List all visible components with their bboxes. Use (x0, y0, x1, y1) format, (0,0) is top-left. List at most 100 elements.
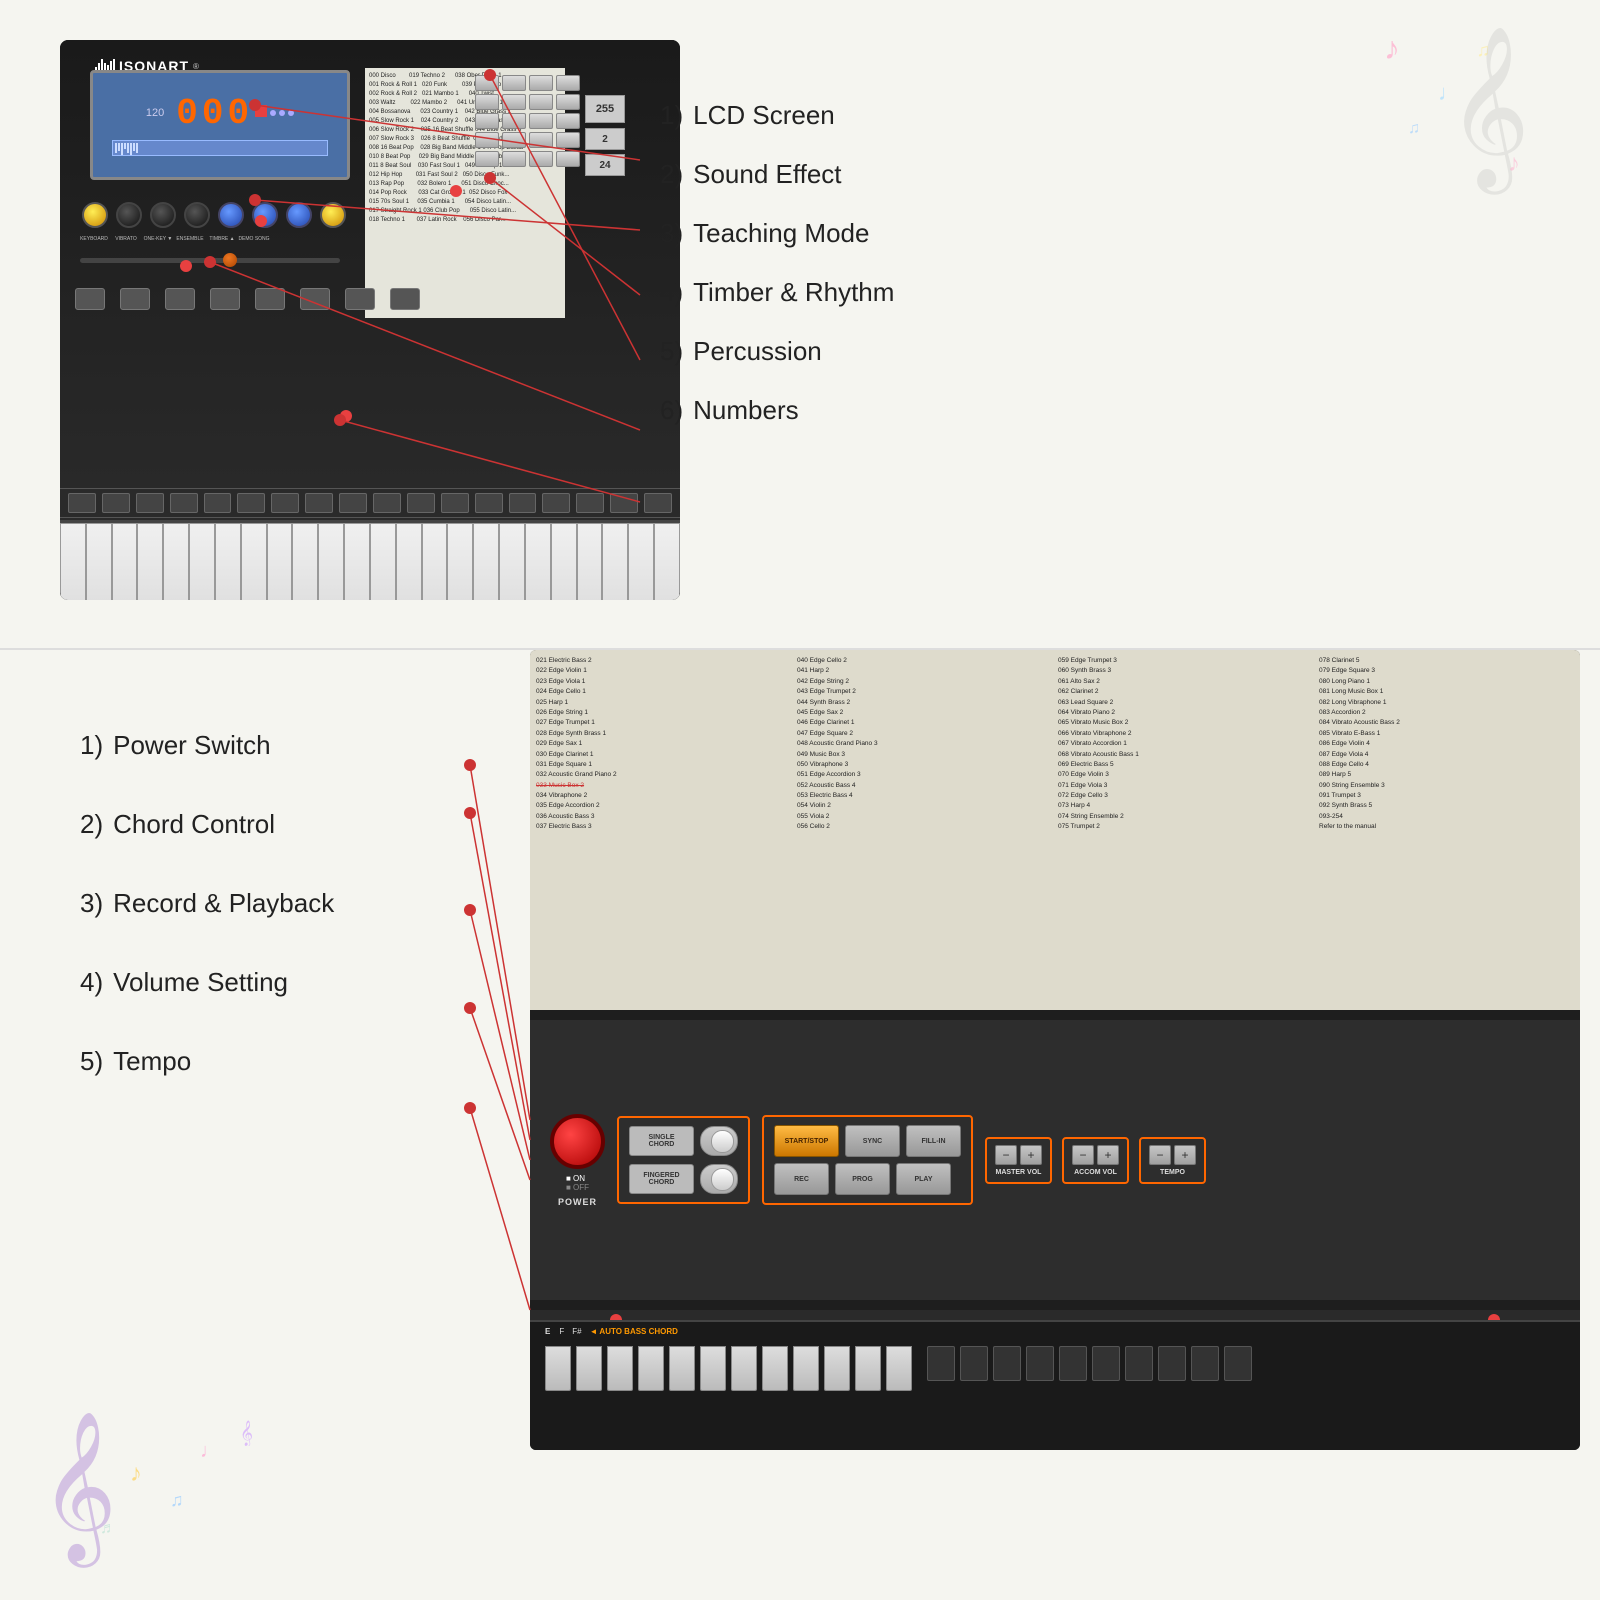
bass-white-key-11[interactable] (855, 1346, 881, 1391)
single-chord-btn[interactable]: SINGLECHORD (629, 1126, 694, 1156)
white-key[interactable] (551, 523, 577, 600)
rhythm-btn[interactable] (475, 151, 499, 167)
btn-black-2[interactable] (150, 202, 176, 228)
btn-black-3[interactable] (184, 202, 210, 228)
rhythm-btn[interactable] (502, 94, 526, 110)
func-icon-12[interactable] (441, 493, 469, 513)
func-icon-bottom-8[interactable] (1158, 1346, 1186, 1381)
perc-icon-7[interactable] (345, 288, 375, 310)
white-key[interactable] (422, 523, 448, 600)
func-icon-14[interactable] (509, 493, 537, 513)
white-key[interactable] (344, 523, 370, 600)
rhythm-btn[interactable] (502, 75, 526, 91)
perc-icon-6[interactable] (300, 288, 330, 310)
func-icon-bottom-3[interactable] (993, 1346, 1021, 1381)
white-key[interactable] (499, 523, 525, 600)
white-key[interactable] (137, 523, 163, 600)
func-icon-bottom-9[interactable] (1191, 1346, 1219, 1381)
white-key[interactable] (215, 523, 241, 600)
rhythm-btn[interactable] (475, 75, 499, 91)
func-icon-4[interactable] (170, 493, 198, 513)
rhythm-btn[interactable] (556, 75, 580, 91)
bass-white-key-12[interactable] (886, 1346, 912, 1391)
start-stop-btn[interactable]: START/STOP (774, 1125, 839, 1157)
perc-icon-5[interactable] (255, 288, 285, 310)
master-vol-plus[interactable]: + (1020, 1145, 1042, 1165)
func-icon-10[interactable] (373, 493, 401, 513)
func-icon-bottom-1[interactable] (927, 1346, 955, 1381)
func-icon-16[interactable] (576, 493, 604, 513)
rhythm-btn[interactable] (502, 113, 526, 129)
bass-white-key-10[interactable] (824, 1346, 850, 1391)
white-key[interactable] (60, 523, 86, 600)
func-icon-7[interactable] (271, 493, 299, 513)
white-key[interactable] (602, 523, 628, 600)
bass-white-key-4[interactable] (638, 1346, 664, 1391)
slider-thumb[interactable] (223, 253, 237, 267)
white-key[interactable] (370, 523, 396, 600)
btn-yellow-1[interactable] (82, 202, 108, 228)
accom-vol-minus[interactable]: − (1072, 1145, 1094, 1165)
bass-white-key-3[interactable] (607, 1346, 633, 1391)
rhythm-btn[interactable] (475, 94, 499, 110)
func-icon-1[interactable] (68, 493, 96, 513)
func-icon-13[interactable] (475, 493, 503, 513)
func-icon-bottom-4[interactable] (1026, 1346, 1054, 1381)
single-chord-toggle[interactable] (700, 1126, 738, 1156)
func-icon-bottom-5[interactable] (1059, 1346, 1087, 1381)
func-icon-18[interactable] (644, 493, 672, 513)
white-key[interactable] (86, 523, 112, 600)
bass-white-key-7[interactable] (731, 1346, 757, 1391)
prog-btn[interactable]: PROG (835, 1163, 890, 1195)
rhythm-btn[interactable] (529, 151, 553, 167)
white-key[interactable] (473, 523, 499, 600)
func-icon-15[interactable] (542, 493, 570, 513)
fill-in-btn[interactable]: FILL-IN (906, 1125, 961, 1157)
white-key[interactable] (267, 523, 293, 600)
rhythm-btn[interactable] (556, 132, 580, 148)
func-icon-5[interactable] (204, 493, 232, 513)
rhythm-btn[interactable] (556, 94, 580, 110)
btn-black-1[interactable] (116, 202, 142, 228)
white-key[interactable] (292, 523, 318, 600)
white-key[interactable] (577, 523, 603, 600)
white-key[interactable] (525, 523, 551, 600)
perc-icon-3[interactable] (165, 288, 195, 310)
sync-btn[interactable]: SYNC (845, 1125, 900, 1157)
btn-blue-1[interactable] (218, 202, 244, 228)
rhythm-btn[interactable] (529, 113, 553, 129)
rhythm-btn[interactable] (556, 113, 580, 129)
rhythm-btn[interactable] (556, 151, 580, 167)
rhythm-btn[interactable] (529, 94, 553, 110)
tempo-plus[interactable]: + (1174, 1145, 1196, 1165)
func-icon-2[interactable] (102, 493, 130, 513)
bass-white-key-1[interactable] (545, 1346, 571, 1391)
bass-white-key-5[interactable] (669, 1346, 695, 1391)
func-icon-bottom-7[interactable] (1125, 1346, 1153, 1381)
power-button[interactable] (550, 1114, 605, 1169)
bass-white-key-2[interactable] (576, 1346, 602, 1391)
bass-white-key-6[interactable] (700, 1346, 726, 1391)
bass-white-key-8[interactable] (762, 1346, 788, 1391)
perc-icon-4[interactable] (210, 288, 240, 310)
rhythm-btn[interactable] (529, 75, 553, 91)
accom-vol-plus[interactable]: + (1097, 1145, 1119, 1165)
btn-yellow-2[interactable] (320, 202, 346, 228)
perc-icon-8[interactable] (390, 288, 420, 310)
play-btn[interactable]: PLAY (896, 1163, 951, 1195)
rec-btn[interactable]: REC (774, 1163, 829, 1195)
rhythm-btn[interactable] (529, 132, 553, 148)
func-icon-9[interactable] (339, 493, 367, 513)
white-key[interactable] (447, 523, 473, 600)
perc-icon-2[interactable] (120, 288, 150, 310)
white-key[interactable] (318, 523, 344, 600)
func-icon-8[interactable] (305, 493, 333, 513)
func-icon-11[interactable] (407, 493, 435, 513)
rhythm-btn[interactable] (475, 132, 499, 148)
white-key[interactable] (628, 523, 654, 600)
rhythm-btn[interactable] (502, 151, 526, 167)
func-icon-bottom-6[interactable] (1092, 1346, 1120, 1381)
white-key[interactable] (241, 523, 267, 600)
fingered-chord-toggle[interactable] (700, 1164, 738, 1194)
func-icon-3[interactable] (136, 493, 164, 513)
